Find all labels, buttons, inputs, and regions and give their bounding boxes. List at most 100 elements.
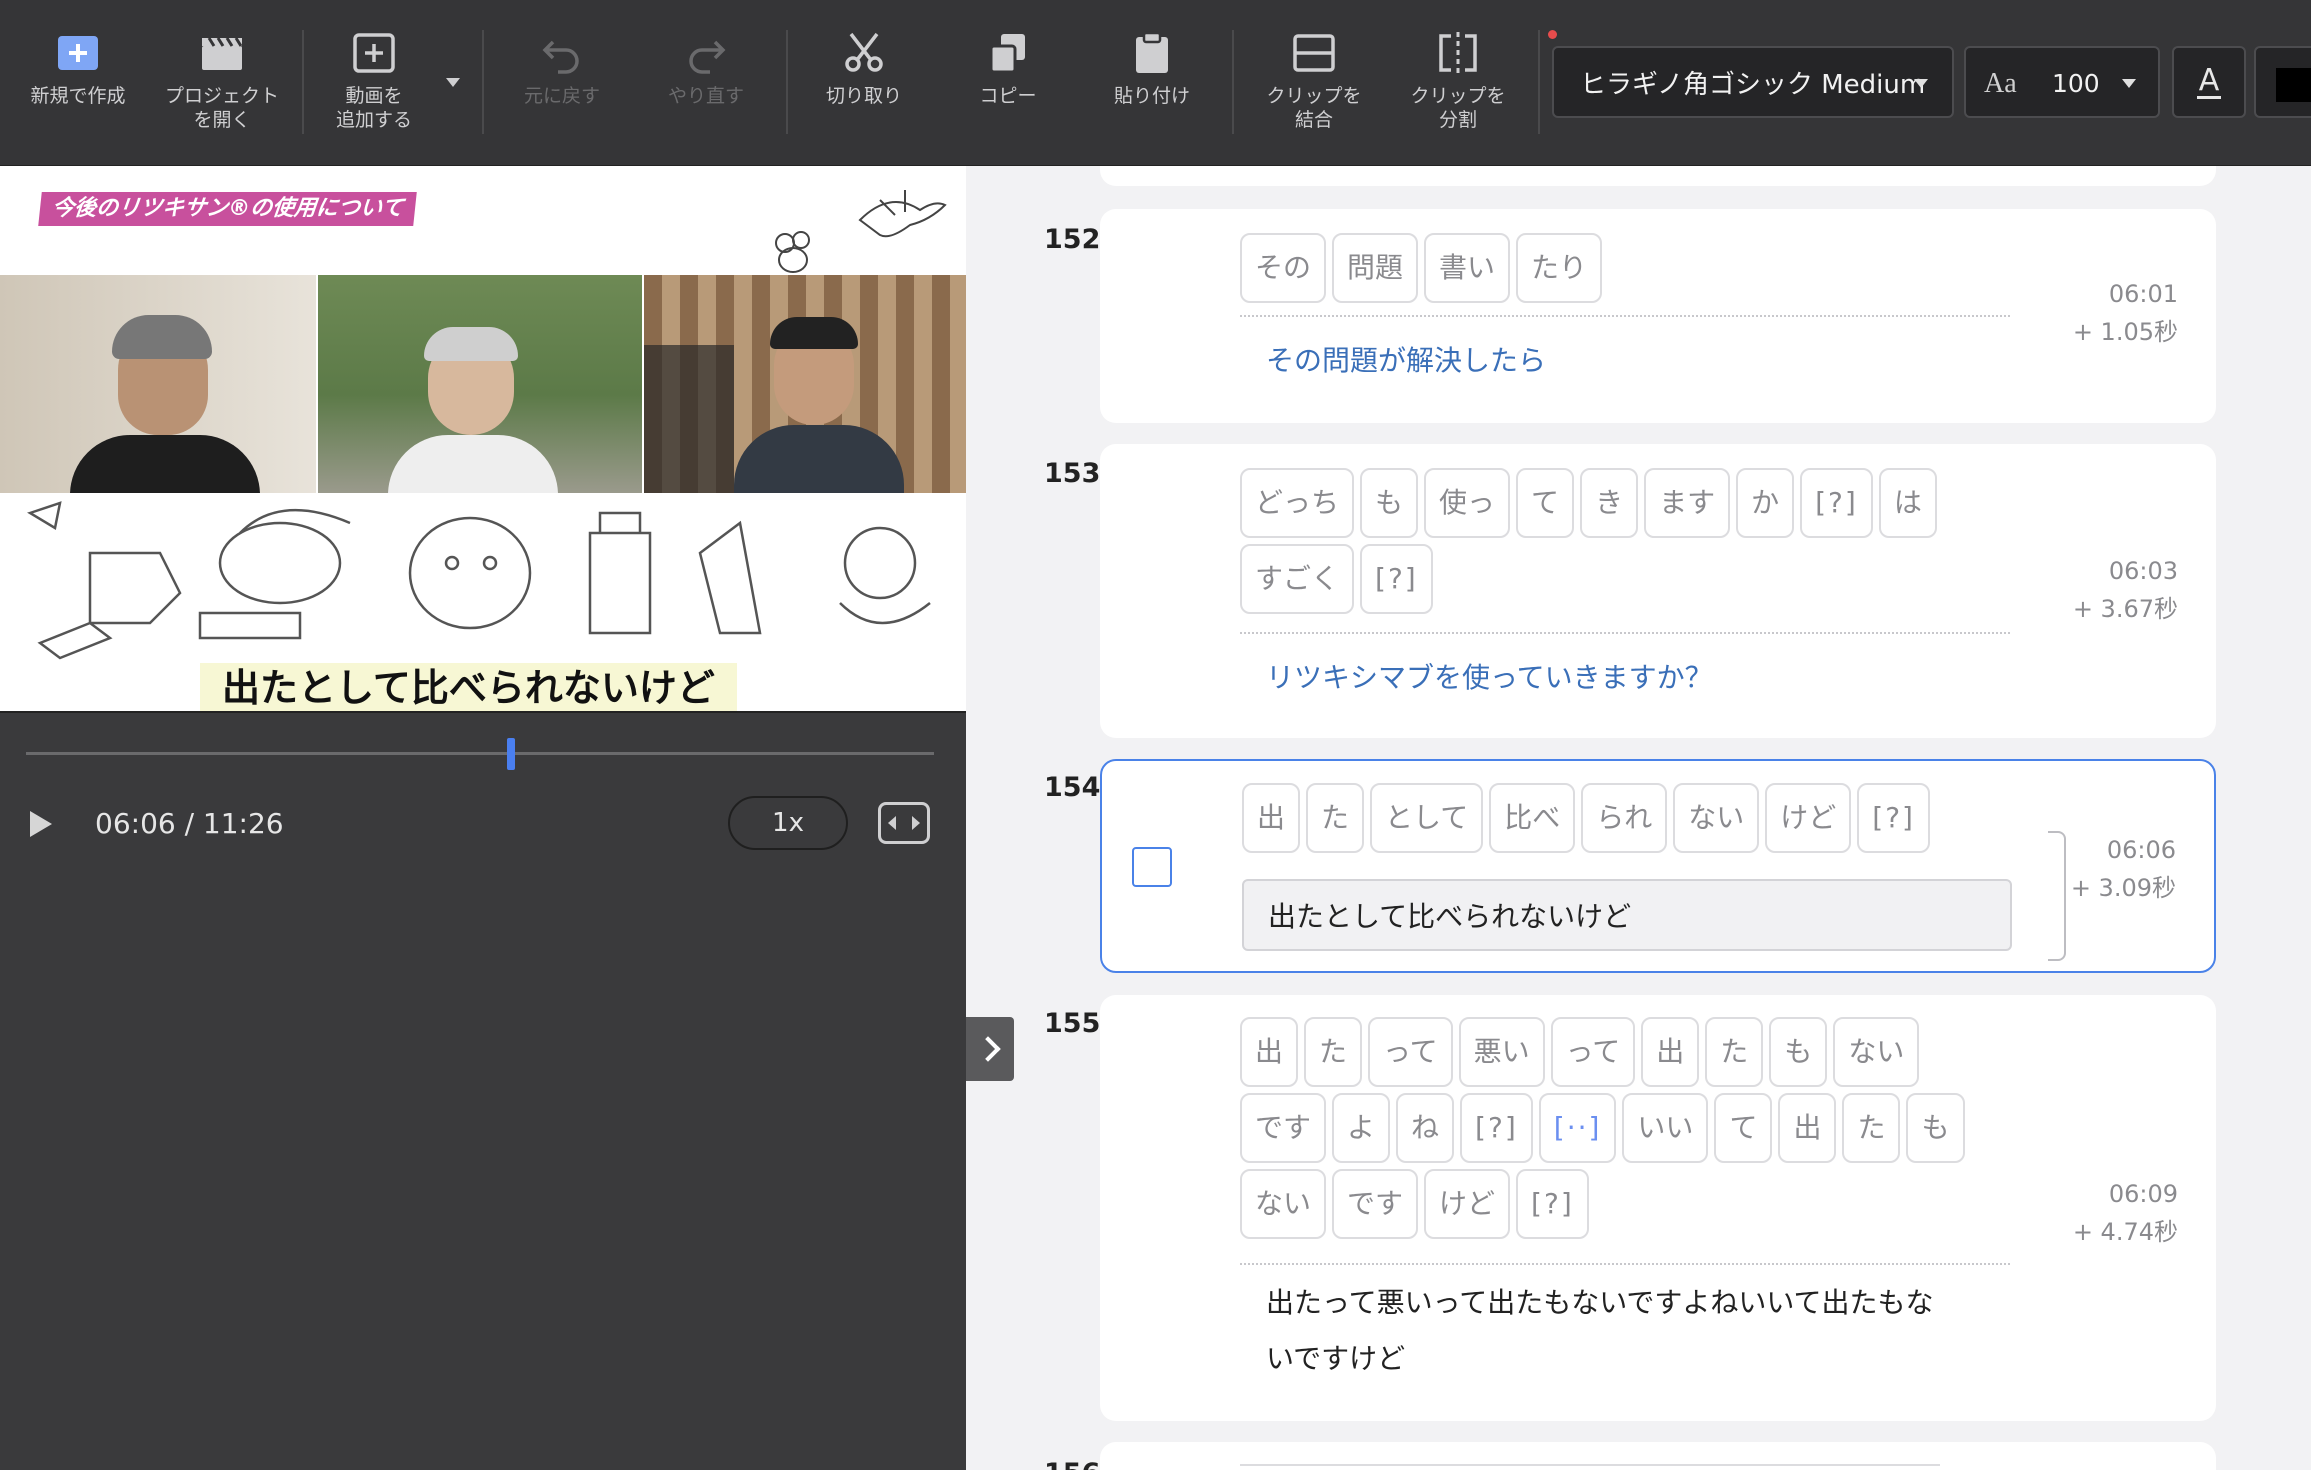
- word-token[interactable]: すごく: [1240, 544, 1355, 614]
- transcript-text[interactable]: リツキシマブを使っていきますか？: [1266, 650, 1986, 706]
- word-token[interactable]: 使っ: [1424, 468, 1511, 538]
- word-token[interactable]: 比べ: [1489, 783, 1576, 853]
- clip-card-156-partial[interactable]: [1100, 1442, 2216, 1470]
- paste-button[interactable]: 貼り付け: [1082, 30, 1222, 150]
- mouse-doodle-icon: [775, 231, 810, 273]
- word-token[interactable]: も: [1769, 1017, 1828, 1087]
- word-token[interactable]: 出: [1240, 1017, 1299, 1087]
- word-token[interactable]: ない: [1673, 783, 1760, 853]
- word-token[interactable]: たり: [1516, 233, 1603, 303]
- clip-card-154-selected[interactable]: 出たとして 比べ られ ない けど [?] 出たとして比べられないけど 06:06 + 3…: [1100, 759, 2216, 973]
- word-token[interactable]: ない: [1240, 1169, 1327, 1239]
- word-token[interactable]: よ: [1332, 1093, 1391, 1163]
- clip-start-time: 06:01: [2108, 280, 2178, 308]
- word-token[interactable]: 出: [1641, 1017, 1700, 1087]
- fit-width-icon[interactable]: [878, 802, 930, 844]
- clip-timing: 06:01 + 1.05秒: [2073, 275, 2178, 351]
- panel-toggle-chevron-right-icon[interactable]: [966, 1017, 1014, 1081]
- chevron-down-icon: [1914, 79, 1928, 88]
- word-token[interactable]: けど: [1424, 1169, 1511, 1239]
- clip-card-155[interactable]: 出たって 悪い って出たもない ですよね [?] [··] いいて出たもない です けど [?] …: [1100, 995, 2216, 1421]
- undo-button[interactable]: 元に戻す: [492, 30, 632, 150]
- add-video-dropdown-caret[interactable]: [446, 78, 460, 87]
- word-token[interactable]: どっち: [1240, 468, 1355, 538]
- word-token[interactable]: けど: [1765, 783, 1852, 853]
- word-token[interactable]: [?]: [1460, 1093, 1533, 1163]
- word-token[interactable]: 問題: [1332, 233, 1419, 303]
- word-token[interactable]: 出: [1778, 1093, 1837, 1163]
- redo-button[interactable]: やり直す: [636, 30, 776, 150]
- word-token[interactable]: です: [1240, 1093, 1327, 1163]
- word-token[interactable]: ね: [1396, 1093, 1455, 1163]
- seek-handle[interactable]: [506, 738, 515, 770]
- word-token[interactable]: 悪い: [1458, 1017, 1545, 1087]
- font-family-select[interactable]: ヒラギノ角ゴシック Medium: [1552, 46, 1954, 118]
- word-token[interactable]: [··]: [1538, 1093, 1617, 1163]
- word-token[interactable]: も: [1906, 1093, 1965, 1163]
- word-token[interactable]: 出: [1242, 783, 1301, 853]
- word-token[interactable]: として: [1370, 783, 1484, 853]
- playback-speed-button[interactable]: 1x: [728, 796, 848, 850]
- split-clip-button[interactable]: クリップを 分割: [1388, 30, 1528, 150]
- word-token[interactable]: です: [1332, 1169, 1419, 1239]
- word-token[interactable]: られ: [1581, 783, 1668, 853]
- word-token[interactable]: き: [1580, 468, 1639, 538]
- word-token[interactable]: て: [1714, 1093, 1773, 1163]
- token-row: 出たって 悪い って出たもない ですよね [?] [··] いいて出たもない です けど [?]: [1240, 1017, 2010, 1239]
- transcript-text[interactable]: 出たって悪いって出たもないですよねいいて出たもな いですけど: [1266, 1275, 1986, 1387]
- word-token[interactable]: か: [1736, 468, 1795, 538]
- playback-time: 06:06 / 11:26: [95, 807, 284, 840]
- word-token[interactable]: 書い: [1424, 233, 1511, 303]
- clip-start-time: 06:03: [2108, 557, 2178, 585]
- new-project-label: 新規で作成: [30, 85, 126, 107]
- new-project-button[interactable]: 新規で作成: [8, 30, 148, 150]
- open-project-label-1: プロジェクト: [164, 85, 279, 107]
- token-row: 出たとして 比べ られ ない けど [?]: [1242, 783, 2012, 853]
- seek-bar[interactable]: [26, 752, 934, 755]
- word-token[interactable]: [?]: [1360, 544, 1433, 614]
- split-clip-label-2: 分割: [1438, 109, 1477, 131]
- clip-card-151-partial[interactable]: [1100, 166, 2216, 186]
- open-project-button[interactable]: プロジェクト を開く: [152, 30, 292, 150]
- word-token[interactable]: て: [1516, 468, 1575, 538]
- word-token[interactable]: た: [1304, 1017, 1363, 1087]
- clip-duration: + 4.74秒: [2072, 1218, 2178, 1246]
- word-token[interactable]: た: [1306, 783, 1365, 853]
- word-token[interactable]: ない: [1833, 1017, 1920, 1087]
- font-size-select[interactable]: Aa 100: [1964, 46, 2160, 118]
- token-row: どっちも使ってきますか [?] はすごく [?]: [1240, 468, 2010, 614]
- word-token[interactable]: って: [1368, 1017, 1453, 1087]
- word-token[interactable]: も: [1360, 468, 1419, 538]
- clip-card-153[interactable]: どっちも使ってきますか [?] はすごく [?] リツキシマブを使っていきますか？ 0…: [1100, 444, 2216, 738]
- word-token[interactable]: その: [1240, 233, 1327, 303]
- word-token[interactable]: いい: [1622, 1093, 1709, 1163]
- toolbar-divider: [786, 30, 788, 134]
- word-token[interactable]: って: [1550, 1017, 1636, 1087]
- clip-select-checkbox[interactable]: [1132, 847, 1172, 887]
- participant-video-3: [644, 275, 966, 493]
- transcript-edit-field[interactable]: 出たとして比べられないけど: [1242, 879, 2012, 951]
- word-token[interactable]: [?]: [1516, 1169, 1589, 1239]
- clip-card-152[interactable]: その 問題 書い たり その問題が解決したら 06:01 + 1.05秒: [1100, 209, 2216, 423]
- word-token[interactable]: た: [1842, 1093, 1901, 1163]
- word-token[interactable]: は: [1878, 468, 1937, 538]
- play-icon[interactable]: [30, 811, 52, 837]
- word-token[interactable]: た: [1705, 1017, 1764, 1087]
- word-token[interactable]: [?]: [1857, 783, 1930, 853]
- divider: [1240, 632, 2010, 634]
- merge-icon: [1293, 34, 1335, 72]
- font-family-value: ヒラギノ角ゴシック Medium: [1580, 69, 1926, 100]
- color-swatch-button[interactable]: [2254, 46, 2311, 118]
- text-color-button[interactable]: A: [2172, 46, 2246, 118]
- add-video-button[interactable]: 動画を 追加する: [304, 30, 444, 150]
- merge-clips-button[interactable]: クリップを 結合: [1244, 30, 1384, 150]
- add-video-label-1: 動画を: [345, 85, 403, 107]
- font-size-value: 100: [2052, 69, 2100, 98]
- video-frame[interactable]: 今後のリツキサン®の使用について 出たとして比べられないけど: [0, 166, 966, 713]
- word-token[interactable]: [?]: [1800, 468, 1873, 538]
- copy-button[interactable]: コピー: [938, 30, 1078, 150]
- toolbar-divider: [1232, 30, 1234, 134]
- cut-button[interactable]: 切り取り: [794, 30, 934, 150]
- word-token[interactable]: ます: [1644, 468, 1731, 538]
- transcript-text[interactable]: その問題が解決したら: [1266, 333, 1986, 389]
